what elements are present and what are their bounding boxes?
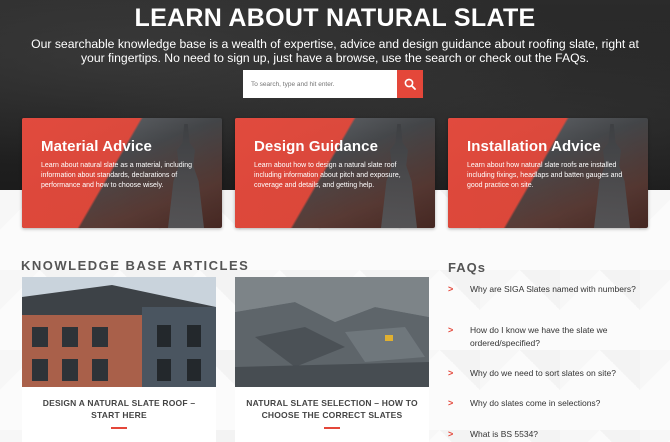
- card-text: Learn about how to design a natural slat…: [254, 162, 401, 189]
- faq-heading: FAQs: [448, 260, 486, 275]
- article-title[interactable]: NATURAL SLATE SELECTION – HOW TO CHOOSE …: [243, 397, 421, 421]
- search-button[interactable]: [397, 70, 423, 98]
- card-title: Installation Advice: [467, 138, 601, 155]
- search-icon: [404, 78, 416, 90]
- card-installation-advice[interactable]: Installation Advice Learn about how natu…: [448, 118, 648, 228]
- chevron-right-icon: >: [448, 368, 454, 378]
- chevron-right-icon: >: [448, 284, 454, 294]
- card-material-advice[interactable]: Material Advice Learn about natural slat…: [22, 118, 222, 228]
- card-title: Material Advice: [41, 138, 152, 155]
- page-title: LEARN ABOUT NATURAL SLATE: [134, 4, 536, 32]
- faq-question[interactable]: Why do slates come in selections?: [470, 397, 648, 410]
- faq-question[interactable]: What is BS 5534?: [470, 428, 648, 441]
- faq-question[interactable]: Why do we need to sort slates on site?: [470, 367, 648, 380]
- search-input[interactable]: [243, 70, 397, 98]
- card-text: Learn about natural slate as a material,…: [41, 162, 192, 189]
- faq-question[interactable]: Why are SIGA Slates named with numbers?: [470, 283, 648, 296]
- card-text: Learn about how natural slate roofs are …: [467, 162, 623, 189]
- article-card[interactable]: DESIGN A NATURAL SLATE ROOF – START HERE: [22, 277, 216, 442]
- chevron-right-icon: >: [448, 325, 454, 335]
- card-design-guidance[interactable]: Design Guidance Learn about how to desig…: [235, 118, 435, 228]
- article-underline: [111, 427, 127, 429]
- hero-subtitle: Our searchable knowledge base is a wealt…: [31, 37, 639, 65]
- article-image-quarry: [235, 277, 429, 387]
- article-underline: [324, 427, 340, 429]
- knowledge-base-heading: KNOWLEDGE BASE ARTICLES: [21, 258, 250, 273]
- article-image-house: [22, 277, 216, 387]
- article-card[interactable]: NATURAL SLATE SELECTION – HOW TO CHOOSE …: [235, 277, 429, 442]
- faq-question[interactable]: How do I know we have the slate we order…: [470, 324, 648, 349]
- chevron-right-icon: >: [448, 398, 454, 408]
- card-title: Design Guidance: [254, 138, 379, 155]
- article-title[interactable]: DESIGN A NATURAL SLATE ROOF – START HERE: [30, 397, 208, 421]
- chevron-right-icon: >: [448, 429, 454, 439]
